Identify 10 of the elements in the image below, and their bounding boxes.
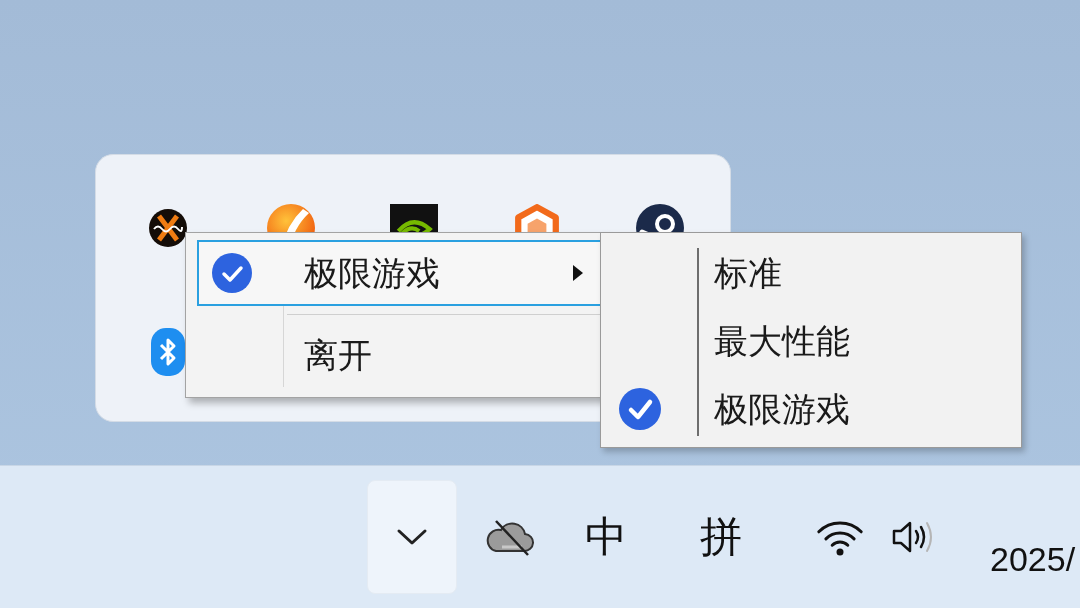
chevron-down-icon <box>396 528 428 546</box>
bluetooth-icon[interactable] <box>151 328 185 376</box>
input-method-button[interactable]: 拼 <box>700 513 742 561</box>
x-logo-icon[interactable] <box>149 209 187 247</box>
menu-item[interactable]: 离开 <box>197 322 604 388</box>
submenu-item[interactable]: 最大性能 <box>601 307 1021 375</box>
submenu-item[interactable]: 标准 <box>601 239 1021 307</box>
input-language-button[interactable]: 中 <box>585 513 627 561</box>
date-text: 2025/ <box>990 539 1076 579</box>
submenu-item[interactable]: 极限游戏 <box>601 375 1021 443</box>
